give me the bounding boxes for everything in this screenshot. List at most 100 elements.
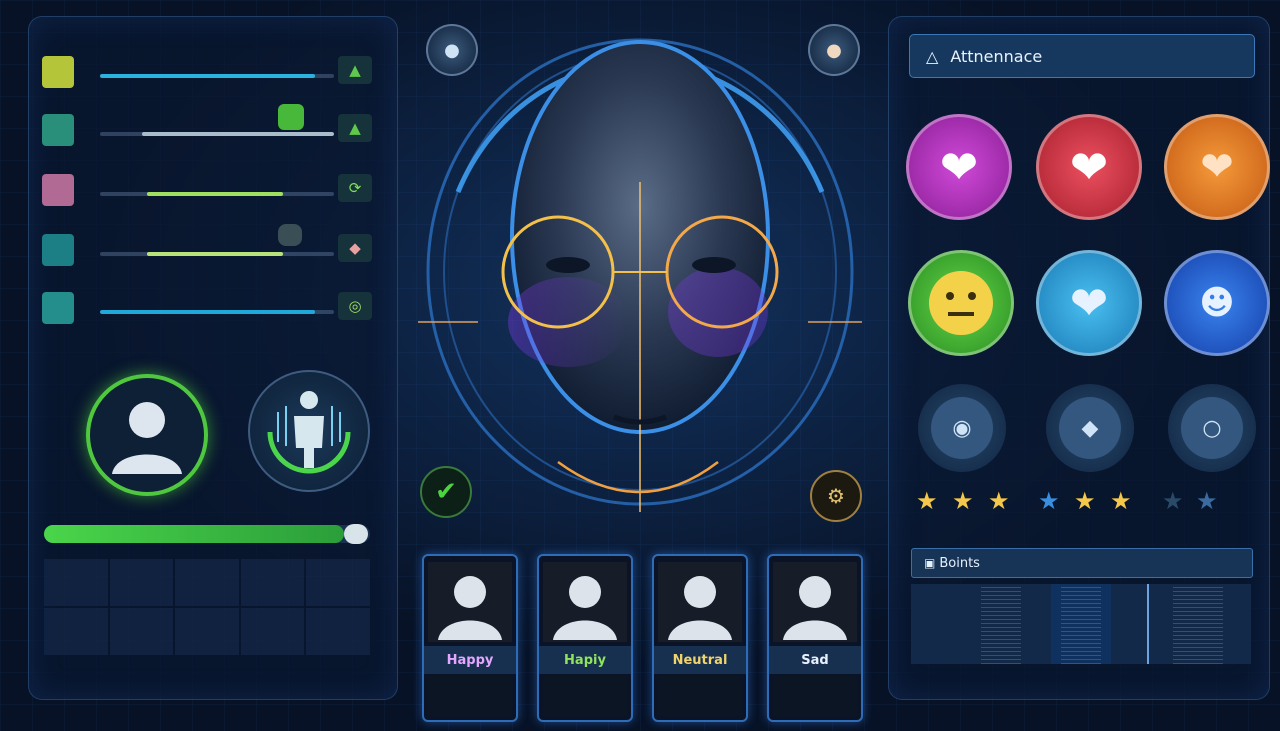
react-heart-orange-button[interactable]: ❤: [1164, 114, 1270, 220]
sprout-icon[interactable]: ▲: [338, 114, 372, 142]
metric-row-1[interactable]: ▲: [42, 52, 382, 92]
react-person-button[interactable]: ☻: [1164, 250, 1270, 356]
points-data-area: [911, 584, 1251, 664]
metric-bar-fill: [146, 192, 283, 196]
metric-row-2[interactable]: ▲: [42, 104, 382, 150]
emotion-card-happy[interactable]: Happy: [422, 554, 518, 722]
emotion-label: Happy: [424, 646, 516, 674]
sprout-icon[interactable]: ▲: [338, 56, 372, 84]
pair-button[interactable]: ○: [1168, 384, 1256, 472]
timer-icon: [42, 174, 74, 206]
person-icon: ☻: [1199, 283, 1235, 323]
points-title: Boints: [939, 555, 980, 571]
body-scan-avatar[interactable]: [248, 370, 370, 492]
metric-bar-3: [100, 192, 334, 196]
grid-cell: [109, 559, 174, 606]
metric-row-4[interactable]: ◆: [42, 224, 382, 270]
points-header[interactable]: ▣ Boints: [911, 548, 1253, 578]
data-column: [1173, 584, 1223, 664]
bag-icon: [278, 224, 302, 246]
emotion-card-footer: [543, 676, 627, 716]
slider-fill: [44, 525, 344, 543]
heart-icon: ❤: [1069, 140, 1109, 194]
data-grid: [44, 559, 370, 655]
slider-thumb[interactable]: [344, 524, 368, 544]
person-icon: [668, 576, 732, 640]
star-icon[interactable]: ★: [1162, 489, 1184, 513]
star-icon[interactable]: ★: [988, 489, 1010, 513]
attendance-header[interactable]: △ Attnennace: [909, 34, 1255, 78]
emotion-card-neutral[interactable]: Neutral: [652, 554, 748, 722]
emotion-label: Neutral: [654, 646, 746, 674]
emotion-avatar: [543, 562, 627, 642]
react-heart-purple-button[interactable]: ❤: [906, 114, 1012, 220]
bottle-icon: [42, 234, 74, 266]
person-icon: [438, 576, 502, 640]
metric-bar-5: [100, 310, 334, 314]
emotion-avatar: [658, 562, 742, 642]
emotion-avatar: [773, 562, 857, 642]
target-icon[interactable]: ◎: [338, 292, 372, 320]
emotion-card-footer: [773, 676, 857, 716]
metric-bar-fill: [142, 132, 334, 136]
gem-icon[interactable]: ◆: [338, 234, 372, 262]
check-icon[interactable]: ✔: [420, 466, 472, 518]
emotion-label: Hapiy: [539, 646, 631, 674]
emotion-card-sad[interactable]: Sad: [767, 554, 863, 722]
metric-bar-4: [100, 252, 334, 256]
star-icon[interactable]: ★: [1110, 489, 1132, 513]
grid-cell: [109, 608, 174, 655]
grid-cell: [306, 608, 370, 655]
face-scan-view: [408, 22, 878, 522]
spiral-icon[interactable]: ⟳: [338, 174, 372, 202]
progress-slider[interactable]: [44, 524, 370, 544]
grid-cell: [240, 608, 305, 655]
grid-cell: [240, 559, 305, 606]
star-icon[interactable]: ★: [1196, 489, 1218, 513]
star-icon[interactable]: ★: [952, 489, 974, 513]
book-icon: [42, 114, 74, 146]
metric-row-3[interactable]: ⟳: [42, 170, 382, 210]
plant-icon: [278, 104, 304, 130]
metric-row-5[interactable]: ◎: [42, 288, 382, 328]
grid-cell: [175, 608, 239, 655]
grid-cell: [175, 559, 239, 606]
shield-icon: ◆: [1059, 397, 1121, 459]
group-icon: ◉: [931, 397, 993, 459]
react-heart-blue-button[interactable]: ❤: [1036, 250, 1142, 356]
user-avatar[interactable]: [86, 374, 208, 496]
emotion-label: Sad: [769, 646, 861, 674]
grid-cell: [44, 608, 108, 655]
react-neutral-button[interactable]: [908, 250, 1014, 356]
heart-icon: ❤: [1200, 144, 1234, 190]
heart-icon: ❤: [939, 140, 979, 194]
heart-icon: ❤: [1069, 276, 1109, 330]
group-button[interactable]: ◉: [918, 384, 1006, 472]
attendance-title: Attnennace: [950, 46, 1043, 66]
star-icon[interactable]: ★: [1038, 489, 1060, 513]
panel-icon: ▣: [924, 556, 936, 570]
emotion-card-footer: [658, 676, 742, 716]
grid-cell: [44, 559, 108, 606]
neutral-face-icon: [929, 271, 993, 335]
person-icon: [783, 576, 847, 640]
emotion-card-footer: [428, 676, 512, 716]
person-icon: [553, 576, 617, 640]
react-heart-red-button[interactable]: ❤: [1036, 114, 1142, 220]
leaf-icon: [42, 56, 74, 88]
person-icon: [112, 402, 182, 474]
brain-chip-icon[interactable]: ⚙: [810, 470, 862, 522]
metric-bar-fill: [146, 252, 283, 256]
metric-bar-fill: [100, 310, 316, 314]
pair-icon: ○: [1181, 397, 1243, 459]
grid-cell: [306, 559, 370, 606]
metric-bar-1: [100, 74, 334, 78]
data-divider: [1147, 584, 1149, 664]
data-column: [1061, 584, 1101, 664]
emotion-card-hapiy[interactable]: Hapiy: [537, 554, 633, 722]
star-icon[interactable]: ★: [916, 489, 938, 513]
emotion-avatar: [428, 562, 512, 642]
star-icon[interactable]: ★: [1074, 489, 1096, 513]
shield-button[interactable]: ◆: [1046, 384, 1134, 472]
warning-triangle-icon: △: [926, 46, 939, 66]
